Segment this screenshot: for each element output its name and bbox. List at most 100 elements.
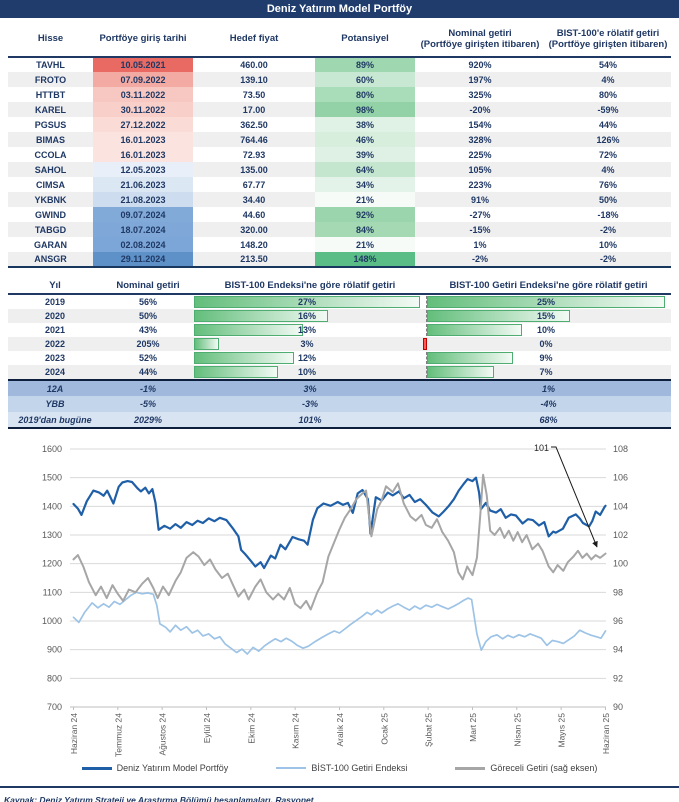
bar-value-label: 9% (539, 353, 553, 363)
entry-date-cell: 07.09.2022 (93, 72, 193, 87)
right-axis-tick-label: 96 (613, 616, 623, 626)
table-row: GARAN 02.08.2024 148.20 21% 1% 10% (8, 237, 671, 252)
ticker-cell: GWIND (35, 209, 66, 220)
target-price-cell: 34.40 (193, 192, 315, 207)
potential-cell: 38% (315, 117, 415, 132)
source-footer: Kaynak: Deniz Yatırım Strateji ve Araştı… (0, 786, 679, 802)
table-row: TABGD 18.07.2024 320.00 84% -15% -2% (8, 222, 671, 237)
data-bar-with-axis: 15% (426, 310, 665, 322)
ticker-cell: FROTO (8, 72, 93, 87)
bar-value-label: 15% (536, 311, 555, 321)
relative-return-cell: -18% (597, 209, 619, 220)
nominal-return-cell: 920% (468, 60, 492, 70)
table-row: TAVHL 10.05.2021 460.00 89% 920% 54% (8, 57, 671, 72)
data-bar-with-axis: 0% (423, 338, 665, 350)
x-axis-month-label: Ocak 25 (379, 713, 389, 745)
right-axis-tick-label: 92 (613, 673, 623, 683)
performance-chart: 1600 1500 1400 1300 1200 1100 1000 900 800 700 108… (0, 437, 679, 786)
right-axis-tick-label: 104 (613, 501, 628, 511)
relative-return-cell: 101% (194, 412, 426, 429)
x-axis-month-label: Kasım 24 (291, 713, 301, 749)
annotation-101-label: 101 (534, 443, 549, 453)
year-row: 2024 44% 10% 7% (8, 365, 671, 380)
relative-return-bar-cell: 10% (426, 323, 671, 337)
relative-return-cell: 76% (598, 179, 617, 190)
nominal-return-cell: 44% (102, 365, 194, 380)
ticker-cell: CIMSA (36, 179, 65, 190)
nominal-return-cell: -15% (415, 222, 545, 237)
entry-date-cell: 30.11.2022 (93, 102, 193, 117)
legend-line-swatch (276, 766, 307, 770)
col-header-nominal-line1: Nominal getiri (448, 27, 512, 39)
left-axis-tick-label: 900 (47, 645, 62, 655)
target-price-cell: 17.00 (193, 102, 315, 117)
source-text: Kaynak: Deniz Yatırım Strateji ve Araştı… (4, 795, 314, 802)
ticker-cell: CCOLA (34, 149, 67, 160)
col-header-rolatif-line1: BIST-100'e rölatif getiri (556, 27, 660, 39)
legend-label: Göreceli Getiri (sağ eksen) (490, 763, 598, 773)
relative-return-bar-cell: 25% (426, 294, 671, 309)
nominal-return-cell: -1% (102, 379, 194, 396)
nominal-return-cell: -5% (102, 396, 194, 412)
period-cell: 12A (8, 379, 102, 396)
target-price-cell: 72.93 (242, 149, 266, 160)
data-bar-with-axis: 9% (426, 352, 665, 364)
bar-value-label: 10% (297, 367, 316, 377)
nominal-return-cell: 43% (138, 325, 157, 335)
ticker-cell: YKBNK (8, 192, 93, 207)
nominal-return-cell: 50% (102, 309, 194, 323)
relative-return-bar-cell: 13% (194, 323, 426, 337)
table-row: FROTO 07.09.2022 139.10 60% 197% 4% (8, 72, 671, 87)
potential-cell: 64% (315, 162, 415, 177)
data-bar-with-axis: 10% (426, 324, 665, 336)
nominal-return-cell: 223% (468, 179, 492, 190)
left-axis-tick-label: 1200 (42, 559, 62, 569)
bist100-return-index-line (72, 591, 607, 655)
summary-row: YBB -5% -3% -4% (8, 396, 671, 412)
legend-item: Göreceli Getiri (sağ eksen) (455, 763, 597, 773)
entry-date-cell: 10.05.2021 (93, 57, 193, 72)
entry-date-cell: 03.11.2022 (93, 87, 193, 102)
left-axis-tick-label: 1400 (42, 501, 62, 511)
legend-label: BİST-100 Getiri Endeksi (311, 763, 408, 773)
nominal-return-cell: 197% (415, 72, 545, 87)
relative-return-cell: -4% (426, 396, 671, 412)
potential-cell: 98% (315, 102, 415, 117)
portfolio-table: Hisse Portföye giriş tarihi Hedef fiyat … (8, 21, 671, 268)
potential-cell: 80% (315, 87, 415, 102)
x-axis-month-label: Haziran 24 (69, 713, 79, 754)
target-price-cell: 460.00 (240, 60, 268, 70)
year-row: 2020 50% 16% 15% (8, 309, 671, 323)
potential-cell: 84% (315, 222, 415, 237)
potential-cell: 60% (315, 72, 415, 87)
left-axis-tick-label: 1100 (43, 587, 62, 597)
right-axis-tick-label: 94 (613, 645, 623, 655)
period-cell: 2019'dan bugüne (8, 412, 102, 429)
legend-label: Deniz Yatırım Model Portföy (116, 763, 229, 773)
year-row: 2023 52% 12% 9% (8, 351, 671, 365)
right-axis-tick-label: 90 (613, 702, 623, 712)
col-header-giris-tarihi: Portföye giriş tarihi (93, 21, 193, 58)
right-axis-tick-label: 106 (613, 473, 628, 483)
relative-return-bar-cell: 7% (426, 365, 671, 380)
entry-date-cell: 29.11.2024 (93, 252, 193, 268)
relative-return-cell: -3% (194, 396, 426, 412)
bar-value-label: 25% (536, 297, 555, 307)
entry-date-cell: 16.01.2023 (93, 132, 193, 147)
entry-date-cell: 12.05.2023 (93, 162, 193, 177)
bar-value-label: 16% (297, 311, 316, 321)
entry-date-cell: 21.06.2023 (93, 177, 193, 192)
bar-value-label: 10% (536, 325, 555, 335)
bar-value-label: 27% (297, 297, 316, 307)
nominal-return-cell: 328% (415, 132, 545, 147)
target-price-cell: 362.50 (240, 119, 268, 130)
target-price-cell: 73.50 (242, 89, 266, 100)
nominal-return-cell: 56% (138, 297, 157, 307)
potential-cell: 46% (315, 132, 415, 147)
data-bar: 3% (194, 338, 420, 350)
relative-return-cell: 4% (545, 162, 671, 177)
relative-return-cell: -2% (545, 222, 671, 237)
relative-return-bar-cell: 0% (423, 337, 671, 351)
entry-date-cell: 09.07.2024 (93, 207, 193, 222)
ticker-cell: BIMAS (8, 132, 93, 147)
